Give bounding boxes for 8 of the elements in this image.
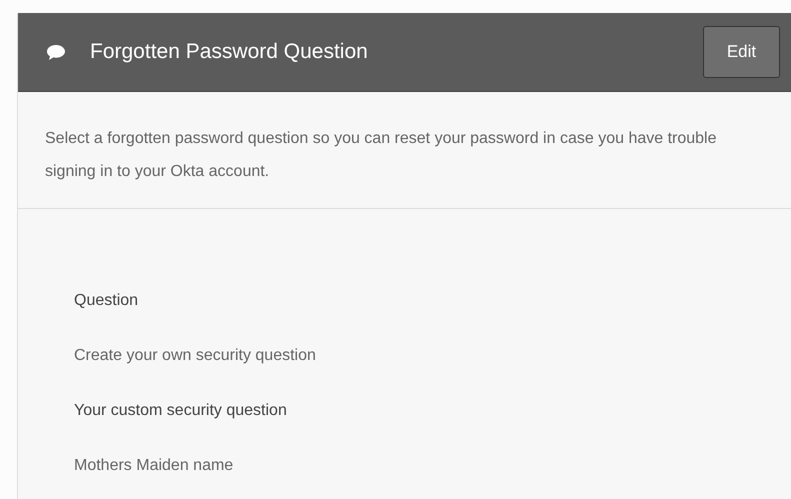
field-value: Mothers Maiden name <box>74 456 234 476</box>
edit-button[interactable]: Edit <box>703 26 780 78</box>
speech-bubble-icon <box>46 44 66 60</box>
panel-title: Forgotten Password Question <box>90 40 369 64</box>
field-value: Create your own security question <box>74 346 317 366</box>
description-text: Select a forgotten password question so you can reset your password in case you have trouble signing in to your Okta account. <box>18 92 791 209</box>
field-label: Your custom security question <box>74 401 288 421</box>
field-label: Question <box>74 291 140 311</box>
